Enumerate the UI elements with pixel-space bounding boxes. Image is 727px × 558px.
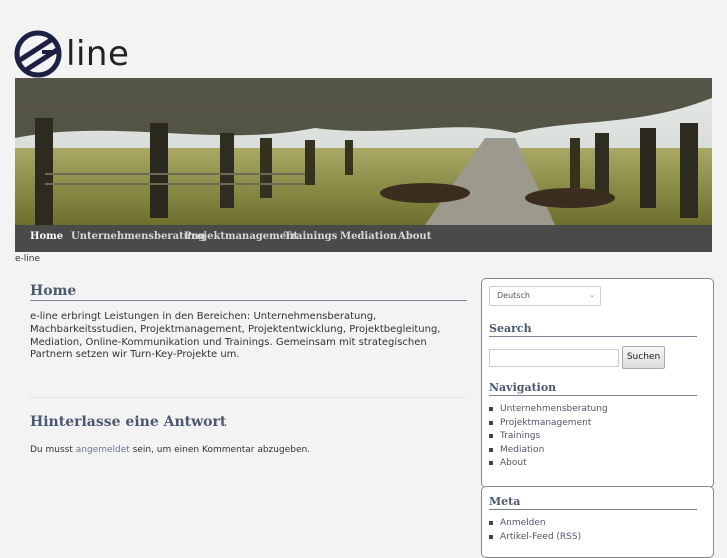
meta-widget: Meta Anmelden Artikel-Feed (RSS) [481,486,714,558]
meta-list: Anmelden Artikel-Feed (RSS) [489,518,581,545]
language-select[interactable]: Deutsch ⌄ [489,286,601,306]
sidebar-nav-label: About [500,458,527,468]
nav-item-home[interactable]: Home [30,231,63,242]
sidebar-nav-item[interactable]: Projektmanagement [489,418,608,432]
breadcrumb: e-line [15,254,41,264]
login-link[interactable]: angemeldet [76,445,130,455]
page-body-text: e-line erbringt Leistungen in den Bereic… [30,311,441,361]
search-button[interactable]: Suchen [622,346,665,369]
sidebar-nav-item[interactable]: Mediation [489,445,608,459]
main-navigation: Home Unternehmensberatung Projektmanagem… [15,225,712,252]
meta-item-login[interactable]: Anmelden [489,518,581,532]
reply-text-before: Du musst [30,445,76,455]
nav-item-trainings[interactable]: Trainings [284,231,337,242]
nav-item-projektmanagement[interactable]: Projektmanagement [184,231,298,242]
navigation-list: Unternehmensberatung Projektmanagement T… [489,404,608,472]
bullet-icon [489,534,493,539]
meta-item-label: Artikel-Feed (RSS) [500,531,582,542]
search-widget-title: Search [489,322,697,337]
content-divider [30,397,467,398]
nav-item-about[interactable]: About [398,231,431,242]
sidebar-nav-item[interactable]: Unternehmensberatung [489,404,608,418]
navigation-widget-title: Navigation [489,381,697,396]
sidebar-nav-label: Projektmanagement [500,417,592,428]
sidebar: Deutsch ⌄ Search Suchen Navigation Unter… [481,278,714,488]
sidebar-nav-label: Mediation [500,444,545,455]
bullet-icon [489,407,493,411]
reply-text: Du musst angemeldet sein, um einen Komme… [30,445,310,455]
bullet-icon [489,521,493,525]
reply-title: Hinterlasse eine Antwort [30,414,227,430]
header-banner-image [15,78,712,225]
sidebar-nav-item[interactable]: About [489,458,608,472]
language-select-value: Deutsch [497,291,530,300]
bullet-icon [489,447,493,452]
meta-item-rss[interactable]: Artikel-Feed (RSS) [489,532,581,546]
meta-item-label: Anmelden [500,518,546,528]
reply-text-after: sein, um einen Kommentar abzugeben. [129,445,311,455]
bullet-icon [489,420,493,425]
sidebar-nav-label: Unternehmensberatung [500,404,608,414]
bullet-icon [489,461,493,465]
search-input[interactable] [489,349,619,367]
nav-item-mediation[interactable]: Mediation [340,231,397,242]
chevron-down-icon: ⌄ [589,291,595,299]
sidebar-nav-label: Trainings [500,431,541,441]
page-title: Home [30,283,467,301]
meta-widget-title: Meta [489,495,697,510]
sidebar-nav-item[interactable]: Trainings [489,431,608,445]
logo-text: line [66,34,130,74]
bullet-icon [489,434,493,438]
